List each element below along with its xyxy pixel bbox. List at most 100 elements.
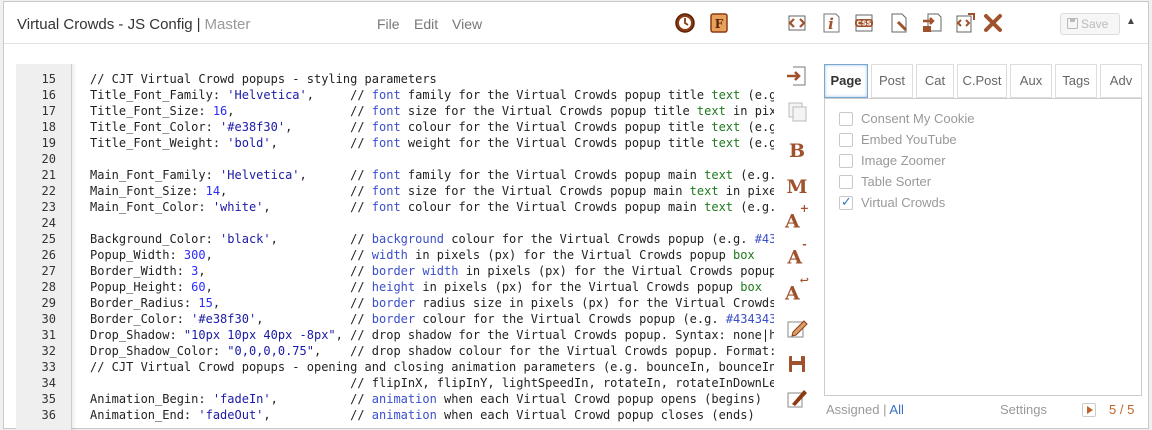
code-editor[interactable]: 15 // CJT Virtual Crowd popups - styling … [16,64,774,430]
plugin-table-sorter[interactable]: Table Sorter [839,174,931,192]
plugin-checkbox[interactable] [839,132,853,147]
line-number: 36 [41,408,56,422]
all-link[interactable]: All [889,402,903,417]
header-bar: Virtual Crowds - JS Config | Master File E… [4,2,1148,44]
title-separator: | [196,16,201,33]
edit-pencil-icon[interactable] [784,316,810,340]
font-decrease-icon[interactable]: A- [784,238,810,270]
code-line[interactable]: Title_Font_Size: 16, // font size for th… [90,104,774,118]
svg-text:F: F [715,17,724,31]
line-number: 15 [41,72,56,86]
code-line[interactable]: Popup_Width: 300, // width in pixels (px… [90,248,755,262]
plugin-consent-my-cookie[interactable]: Consent My Cookie [839,111,974,129]
assigned-filter: Assigned | All [826,402,904,417]
plugin-embed-youtube[interactable]: Embed YouTube [839,132,957,150]
app-window: Virtual Crowds - JS Config | Master File E… [3,1,1149,430]
pager-count: 5 / 5 [1109,402,1135,417]
line-number: 20 [41,152,56,166]
save-label: Save [1081,17,1109,31]
save-button[interactable]: Save [1060,13,1120,35]
settings-link[interactable]: Settings [1000,402,1047,417]
code-line[interactable]: Title_Font_Color: '#e38f30', // font col… [90,120,774,134]
line-number: 29 [41,296,56,310]
plugin-checkbox-checked[interactable] [839,194,853,210]
line-number: 17 [41,104,56,118]
line-number: 26 [41,248,56,262]
tab-cpost[interactable]: C.Post [957,64,1007,98]
code-line[interactable]: Title_Font_Weight: 'bold', // font weigh… [90,136,774,150]
line-number: 18 [41,120,56,134]
tab-adv[interactable]: Adv [1100,64,1142,98]
plugin-virtual-crowds[interactable]: Virtual Crowds [839,194,945,213]
close-x-icon[interactable] [982,12,1004,34]
menu-edit[interactable]: Edit [414,16,438,32]
sidebar-tabs: Page Post Cat C.Post Aux Tags Adv [824,64,1142,98]
collapse-caret-icon[interactable]: ▲ [1126,16,1136,27]
code-line[interactable]: // flipInX, flipInY, lightSpeedIn, rotat… [90,376,774,390]
code-line[interactable]: Main_Font_Color: 'white', // font colour… [90,200,774,214]
branch-name[interactable]: Master [205,16,251,33]
line-number: 19 [41,136,56,150]
code-line[interactable]: Drop_Shadow_Color: "0,0,0,0.75", // drop… [90,344,774,358]
info-icon[interactable]: i [820,12,842,34]
code-line[interactable]: Main_Font_Family: 'Helvetica', // font f… [90,168,774,182]
bold-b-icon[interactable]: B [784,140,810,164]
menu-file[interactable]: File [377,16,400,32]
code-export-icon[interactable] [954,12,976,34]
tab-post[interactable]: Post [871,64,913,98]
menu-view[interactable]: View [452,16,482,32]
tab-page[interactable]: Page [824,64,868,98]
line-number: 25 [41,232,56,246]
code-line[interactable]: Animation_Begin: 'fadeIn', // animation … [90,392,762,406]
line-number: 27 [41,264,56,278]
line-number: 34 [41,376,56,390]
code-line[interactable]: Title_Font_Family: 'Helvetica', // font … [90,88,774,102]
code-line[interactable]: Border_Width: 3, // border width in pixe… [90,264,774,278]
line-number: 33 [41,360,56,374]
brush-icon[interactable] [784,386,810,410]
code-line[interactable]: Popup_Height: 60, // height in pixels (p… [90,280,762,294]
history-icon[interactable] [674,12,696,34]
code-line[interactable]: // CJT Virtual Crowd popups - opening an… [90,360,774,374]
code-line[interactable]: Animation_End: 'fadeOut', // animation w… [90,408,755,422]
css-icon[interactable]: CSS [853,12,875,34]
file-pin-icon[interactable] [888,12,910,34]
bold-m-icon[interactable]: M [784,176,810,200]
svg-text:CSS: CSS [856,20,871,28]
copy-icon[interactable] [784,100,810,124]
file-title: Virtual Crowds - JS Config [17,16,193,33]
line-number: 16 [41,88,56,102]
line-number: 32 [41,344,56,358]
tab-aux[interactable]: Aux [1010,64,1052,98]
tab-tags[interactable]: Tags [1055,64,1097,98]
file-f-icon[interactable]: F [708,12,730,34]
line-number: 31 [41,328,56,342]
plugin-image-zoomer[interactable]: Image Zoomer [839,153,946,171]
code-line[interactable]: Main_Font_Size: 14, // font size for the… [90,184,774,198]
assigned-link[interactable]: Assigned [826,402,879,417]
plugin-checkbox[interactable] [839,111,853,126]
next-page-icon[interactable] [1082,403,1096,417]
import-icon[interactable] [784,64,810,88]
code-line[interactable]: Background_Color: 'black', // background… [90,232,774,246]
code-line[interactable]: Border_Color: '#e38f30', // border colou… [90,312,774,326]
plugin-checkbox[interactable] [839,153,853,168]
font-reset-icon[interactable]: A↩ [784,274,810,306]
line-number: 23 [41,200,56,214]
floppy-icon [1067,18,1078,29]
tab-cat[interactable]: Cat [916,64,954,98]
line-number: 21 [41,168,56,182]
save-disk-icon[interactable] [784,352,810,376]
plugin-checkbox[interactable] [839,174,853,189]
code-tag-icon[interactable] [786,12,808,34]
file-export-icon[interactable] [921,12,943,34]
font-increase-icon[interactable]: A+ [784,202,810,234]
svg-text:i: i [828,15,834,33]
line-number: 22 [41,184,56,198]
plugin-panel: Consent My Cookie Embed YouTube Image Zo… [824,98,1142,396]
code-line[interactable]: Border_Radius: 15, // border radius size… [90,296,774,310]
panel-footer: Assigned | All Settings 5 / 5 [824,400,1142,420]
line-number: 28 [41,280,56,294]
code-line[interactable]: Drop_Shadow: "10px 10px 40px -8px", // d… [90,328,774,342]
code-line[interactable]: // CJT Virtual Crowd popups - styling pa… [90,72,437,86]
